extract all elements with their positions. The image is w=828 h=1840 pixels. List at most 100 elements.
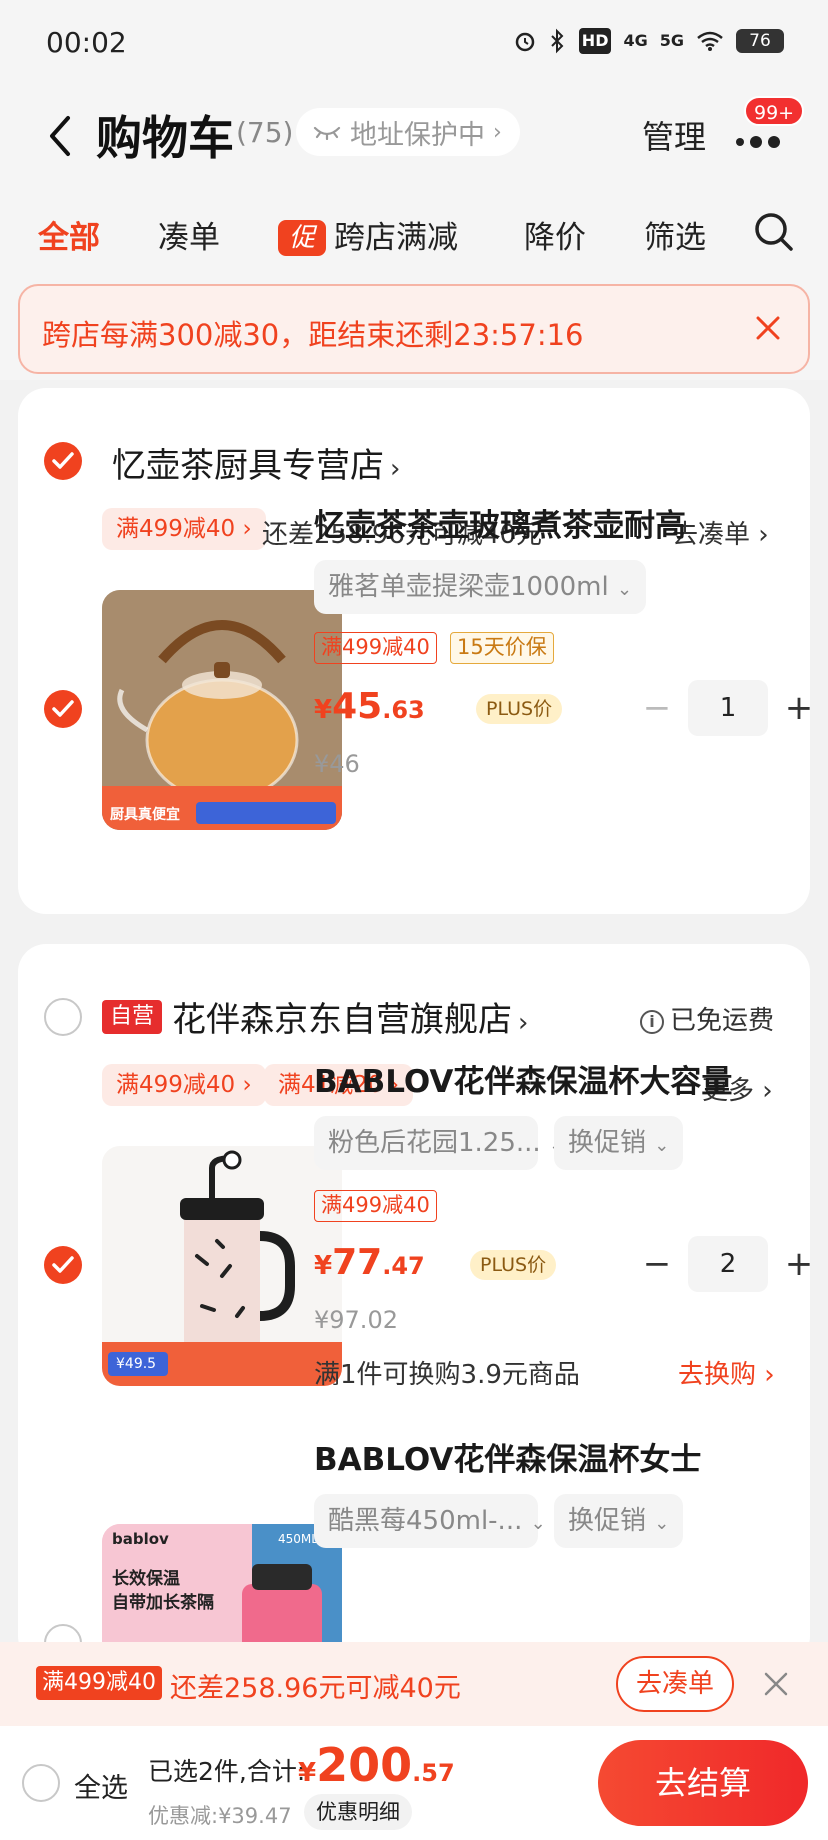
bottom-promo-bar: 满499减40 还差258.96元可减40元 去凑单 [0, 1642, 828, 1726]
selected-summary: 已选2件,合计: [148, 1757, 306, 1786]
promo-bar-tag: 满499减40 [36, 1666, 162, 1700]
promo-pill-text: 满499减40 [116, 1072, 236, 1098]
wifi-icon [697, 31, 723, 51]
chevron-right-icon: › [518, 1008, 529, 1038]
signal-4g-icon: 4G [623, 31, 648, 50]
spec-selector[interactable]: 粉色后花园1.25... ⌄ [314, 1116, 564, 1170]
decrement-button[interactable]: − [642, 1244, 672, 1284]
product-title[interactable]: BABLOV花伴森保温杯女士 [314, 1434, 784, 1479]
check-icon [52, 700, 74, 717]
original-price: ¥97.02 [314, 1306, 398, 1334]
filter-tabs: 全部 凑单 促跨店满减 降价 筛选 [0, 198, 828, 268]
change-promo-text: 换促销 [568, 1506, 647, 1536]
checkout-bar: 全选 已选2件,合计: ¥200.57 优惠减:¥39.47 优惠明细 去结算 [0, 1726, 828, 1840]
product-title[interactable]: BABLOV花伴森保温杯大容量 [314, 1056, 784, 1101]
image-banner-text: 厨具真便宜 [110, 807, 180, 823]
product-image-teapot[interactable]: 厨具真便宜 [102, 590, 342, 830]
increment-button[interactable]: + [784, 1244, 814, 1284]
swap-offer-text: 满1件可换购3.9元商品 [314, 1360, 580, 1390]
promo-tag: 促 [278, 220, 326, 256]
shipping-text: 已免运费 [670, 1006, 775, 1036]
total-dec: .57 [412, 1759, 455, 1787]
check-icon [52, 452, 74, 469]
image-line1: 长效保温 [112, 1569, 180, 1589]
tab-price-drop[interactable]: 降价 [524, 212, 586, 257]
item-checkbox[interactable] [44, 1246, 82, 1284]
shop-card: 自营 花伴森京东自营旗舰店 › i 已免运费 满499减40 › 满41减20 › … [18, 944, 813, 1764]
item-checkbox[interactable] [44, 690, 82, 728]
tumbler-illustration [102, 1146, 342, 1386]
shipping-status: i 已免运费 [640, 1000, 774, 1037]
increment-button[interactable]: + [784, 688, 814, 728]
discount-tag: 满499减40 [314, 632, 437, 664]
shop-name[interactable]: 花伴森京东自营旗舰店 › [172, 992, 528, 1041]
original-price: ¥46 [314, 750, 360, 778]
price-dec: .47 [382, 1252, 425, 1280]
discount-amount: 优惠减:¥39.47 [148, 1804, 292, 1828]
change-promo-selector[interactable]: 换促销 ⌄ [554, 1494, 684, 1548]
total-int: 200 [316, 1738, 413, 1792]
bluetooth-icon [551, 28, 564, 54]
discount-detail-button[interactable]: 优惠明细 [304, 1794, 412, 1830]
promo-bar-text: 还差258.96元可减40元 [170, 1673, 461, 1704]
self-operated-tag: 自营 [102, 1000, 163, 1034]
tab-cross-store-discount[interactable]: 促跨店满减 [278, 212, 458, 257]
shop-card: 忆壶茶厨具专营店 › 满499减40 › 还差258.96元可减40元 去凑单 ›… [18, 388, 813, 914]
message-badge: 99+ [744, 96, 805, 126]
quantity-value[interactable]: 1 [688, 680, 768, 736]
spec-text: 酷黑莓450ml-... [328, 1506, 523, 1536]
close-icon[interactable] [762, 1670, 790, 1698]
chevron-down-icon: ⌄ [654, 1513, 670, 1534]
promo-pill[interactable]: 满499减40 › [102, 1064, 266, 1106]
shop-name[interactable]: 忆壶茶厨具专营店 › [112, 438, 400, 487]
select-all-checkbox[interactable] [22, 1764, 60, 1802]
check-icon [52, 1256, 74, 1273]
tab-label: 跨店满减 [334, 220, 458, 256]
image-price-badge: ¥49.5 [116, 1356, 157, 1372]
promo-pill[interactable]: 满499减40 › [102, 508, 266, 550]
chevron-down-icon: ⌄ [530, 1513, 546, 1534]
header: 购物车 (75) 地址保护中 › 管理 99+ [0, 86, 828, 186]
quantity-value[interactable]: 2 [688, 1236, 768, 1292]
battery-icon: 76 [736, 29, 784, 53]
status-bar: 00:02 HD 4G 5G 76 [0, 0, 828, 86]
hd-icon: HD [578, 28, 612, 54]
current-price: ¥45.63 [314, 686, 425, 727]
teapot-illustration [102, 590, 342, 830]
shop-checkbox[interactable] [44, 442, 82, 480]
spec-selector[interactable]: 酷黑莓450ml-... ⌄ [314, 1494, 546, 1548]
select-all-label[interactable]: 全选 [74, 1766, 128, 1805]
shop-checkbox[interactable] [44, 998, 82, 1036]
go-bundle-button[interactable]: 去凑单 [616, 1656, 735, 1712]
chevron-down-icon: ⌄ [654, 1135, 670, 1156]
price-protect-tag: 15天价保 [450, 632, 554, 664]
swap-link[interactable]: 去换购 › [678, 1354, 775, 1391]
decrement-button[interactable]: − [642, 688, 672, 728]
change-promo-selector[interactable]: 换促销 ⌄ [554, 1116, 684, 1170]
address-protection-pill[interactable]: 地址保护中 › [296, 108, 520, 156]
info-icon: i [640, 1010, 664, 1034]
price-yen: ¥ [314, 1251, 333, 1281]
image-brand: bablov [112, 1530, 169, 1548]
close-icon[interactable] [750, 310, 786, 346]
product-image-tumbler[interactable]: ¥49.5 [102, 1146, 342, 1386]
chevron-down-icon: ⌄ [617, 579, 633, 600]
manage-button[interactable]: 管理 [642, 112, 706, 158]
price-int: 45 [332, 686, 383, 727]
promo-pill-text: 满499减40 [116, 516, 236, 542]
promo-countdown-banner: 跨店每满300减30，距结束还剩23:57:16 [18, 284, 810, 374]
quantity-stepper: − 2 + [642, 1236, 814, 1292]
tab-all[interactable]: 全部 [38, 212, 100, 257]
spec-text: 粉色后花园1.25... [328, 1128, 541, 1158]
search-icon[interactable] [752, 210, 796, 254]
product-title[interactable]: 忆壶茶茶壶玻璃煮茶壶耐高 [314, 500, 784, 545]
checkout-button[interactable]: 去结算 [598, 1740, 808, 1826]
plus-price-tag: PLUS价 [476, 694, 563, 724]
chevron-right-icon: › [390, 454, 401, 484]
back-icon[interactable] [40, 106, 80, 166]
plus-price-tag: PLUS价 [470, 1250, 557, 1280]
tab-filter[interactable]: 筛选 [644, 212, 706, 257]
tab-bundle[interactable]: 凑单 [158, 212, 220, 257]
cart-count: (75) [236, 116, 294, 149]
spec-selector[interactable]: 雅茗单壶提梁壶1000ml ⌄ [314, 560, 647, 614]
